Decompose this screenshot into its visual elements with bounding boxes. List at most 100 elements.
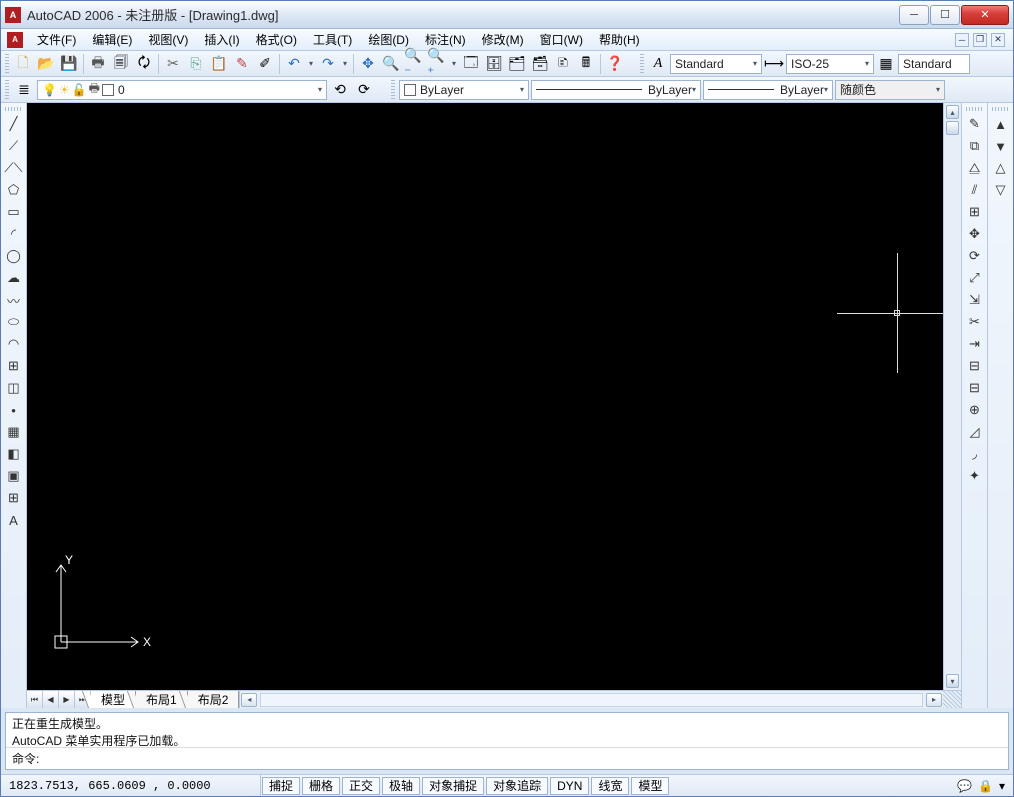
status-toggle-线宽[interactable]: 线宽 (591, 777, 629, 795)
tray-lock-icon[interactable]: 🔒 (978, 779, 993, 793)
spline-icon[interactable]: 〰 (3, 289, 25, 311)
sheet-set-icon[interactable]: 🗃 (529, 53, 551, 75)
zoom-window-icon[interactable]: 🔍⁺ (426, 53, 448, 75)
status-toggle-捕捉[interactable]: 捕捉 (262, 777, 300, 795)
undo-icon[interactable]: ↶ (283, 53, 305, 75)
block-editor-icon[interactable]: ✐ (254, 53, 276, 75)
region-icon[interactable]: ▣ (3, 465, 25, 487)
extend-icon[interactable]: ⇥ (964, 333, 986, 355)
menu-帮助[interactable]: 帮助(H) (591, 29, 648, 50)
dim-style-combo[interactable]: ISO-25▾ (786, 54, 874, 74)
status-toggle-正交[interactable]: 正交 (342, 777, 380, 795)
menu-工具[interactable]: 工具(T) (305, 29, 360, 50)
menu-app-icon[interactable]: A (7, 32, 23, 48)
offset-icon[interactable]: ⫽ (964, 179, 986, 201)
zoom-realtime-icon[interactable]: 🔍 (380, 53, 402, 75)
point-icon[interactable]: • (3, 399, 25, 421)
tab-next-button[interactable]: ▶ (59, 691, 75, 708)
layout-tab-布局2[interactable]: 布局2 (188, 691, 240, 708)
status-toggle-对象追踪[interactable]: 对象追踪 (486, 777, 548, 795)
ellipse-arc-icon[interactable]: ◠ (3, 333, 25, 355)
status-toggle-DYN[interactable]: DYN (550, 777, 589, 795)
mdi-restore-button[interactable]: ❐ (973, 33, 987, 47)
linetype-combo[interactable]: ByLayer▾ (531, 80, 701, 100)
publish-icon[interactable]: 🗘 (133, 53, 155, 75)
send-under-icon[interactable]: ▽ (990, 179, 1012, 201)
break-at-point-icon[interactable]: ⊟ (964, 355, 986, 377)
horizontal-scrollbar[interactable]: ◂ ▸ (239, 691, 943, 708)
chamfer-icon[interactable]: ◿ (964, 421, 986, 443)
scroll-up-button[interactable]: ▴ (946, 105, 959, 119)
multiline-text-icon[interactable]: A (3, 509, 25, 531)
coordinate-readout[interactable]: 1823.7513, 665.0609 , 0.0000 (1, 775, 261, 796)
construction-line-icon[interactable]: ⟋ (3, 135, 25, 157)
status-toggle-栅格[interactable]: 栅格 (302, 777, 340, 795)
bring-above-icon[interactable]: △ (990, 157, 1012, 179)
mdi-close-button[interactable]: ✕ (991, 33, 1005, 47)
close-button[interactable]: ✕ (961, 5, 1009, 25)
join-icon[interactable]: ⊕ (964, 399, 986, 421)
text-style-icon[interactable]: A (647, 53, 669, 75)
bring-to-front-icon[interactable]: ▲ (990, 113, 1012, 135)
send-to-back-icon[interactable]: ▼ (990, 135, 1012, 157)
fillet-icon[interactable]: ◞ (964, 443, 986, 465)
zoom-dropdown[interactable]: ▾ (449, 59, 459, 68)
scroll-down-button[interactable]: ▾ (946, 674, 959, 688)
dim-style-icon[interactable]: ⟼ (763, 53, 785, 75)
make-block-icon[interactable]: ◫ (3, 377, 25, 399)
menu-编辑[interactable]: 编辑(E) (84, 29, 140, 50)
scroll-thumb[interactable] (946, 121, 959, 135)
layer-previous-icon[interactable]: ⟲ (329, 79, 351, 101)
layers-toolbar-grip[interactable] (5, 80, 9, 100)
new-icon[interactable]: 🗋 (12, 53, 34, 75)
text-style-combo[interactable]: Standard▾ (670, 54, 762, 74)
vertical-scrollbar[interactable]: ▴ ▾ (943, 103, 961, 690)
polygon-icon[interactable]: ⬠ (3, 179, 25, 201)
paste-icon[interactable]: 📋 (208, 53, 230, 75)
status-toggle-模型[interactable]: 模型 (631, 777, 669, 795)
status-toggle-极轴[interactable]: 极轴 (382, 777, 420, 795)
zoom-previous-icon[interactable]: 🔍⁻ (403, 53, 425, 75)
gradient-icon[interactable]: ◧ (3, 443, 25, 465)
array-icon[interactable]: ⊞ (964, 201, 986, 223)
print-icon[interactable]: 🖶 (87, 53, 109, 75)
copy-icon[interactable]: ⎘ (185, 53, 207, 75)
hscroll-track[interactable] (260, 693, 923, 707)
hscroll-right-button[interactable]: ▸ (926, 693, 942, 707)
layer-combo[interactable]: 💡 ☀ 🔓 🖶 0 ▾ (37, 80, 327, 100)
quickcalc-icon[interactable]: 🖩 (575, 53, 597, 75)
circle-icon[interactable]: ◯ (3, 245, 25, 267)
scale-icon[interactable]: ⤢ (964, 267, 986, 289)
hatch-icon[interactable]: ▦ (3, 421, 25, 443)
menu-格式[interactable]: 格式(O) (248, 29, 305, 50)
insert-block-icon[interactable]: ⊞ (3, 355, 25, 377)
table-icon[interactable]: ⊞ (3, 487, 25, 509)
command-line[interactable]: 命令: (6, 747, 1008, 769)
table-style-combo[interactable]: Standard (898, 54, 970, 74)
tab-prev-button[interactable]: ◀ (43, 691, 59, 708)
status-toggle-对象捕捉[interactable]: 对象捕捉 (422, 777, 484, 795)
minimize-button[interactable]: ─ (899, 5, 929, 25)
rectangle-icon[interactable]: ▭ (3, 201, 25, 223)
explode-icon[interactable]: ✦ (964, 465, 986, 487)
hscroll-left-button[interactable]: ◂ (241, 693, 257, 707)
trim-icon[interactable]: ✂ (964, 311, 986, 333)
copy-icon[interactable]: ⧉ (964, 135, 986, 157)
model-canvas[interactable]: X Y (27, 103, 943, 690)
color-combo[interactable]: ByLayer▾ (399, 80, 529, 100)
redo-icon[interactable]: ↷ (317, 53, 339, 75)
plotstyle-combo[interactable]: 随颜色▾ (835, 80, 945, 100)
pan-realtime-icon[interactable]: ✥ (357, 53, 379, 75)
command-window[interactable]: 正在重生成模型。 AutoCAD 菜单实用程序已加载。 命令: (5, 712, 1009, 770)
break-icon[interactable]: ⊟ (964, 377, 986, 399)
polyline-icon[interactable]: ⟋⟍ (3, 157, 25, 179)
move-icon[interactable]: ✥ (964, 223, 986, 245)
markup-set-icon[interactable]: 🗈 (552, 53, 574, 75)
layer-states-icon[interactable]: ⟳ (353, 79, 375, 101)
lineweight-combo[interactable]: ByLayer▾ (703, 80, 833, 100)
table-style-icon[interactable]: ▦ (875, 53, 897, 75)
open-icon[interactable]: 📂 (35, 53, 57, 75)
mirror-icon[interactable]: ⧋ (964, 157, 986, 179)
match-properties-icon[interactable]: ✎ (231, 53, 253, 75)
arc-icon[interactable]: ◜ (3, 223, 25, 245)
